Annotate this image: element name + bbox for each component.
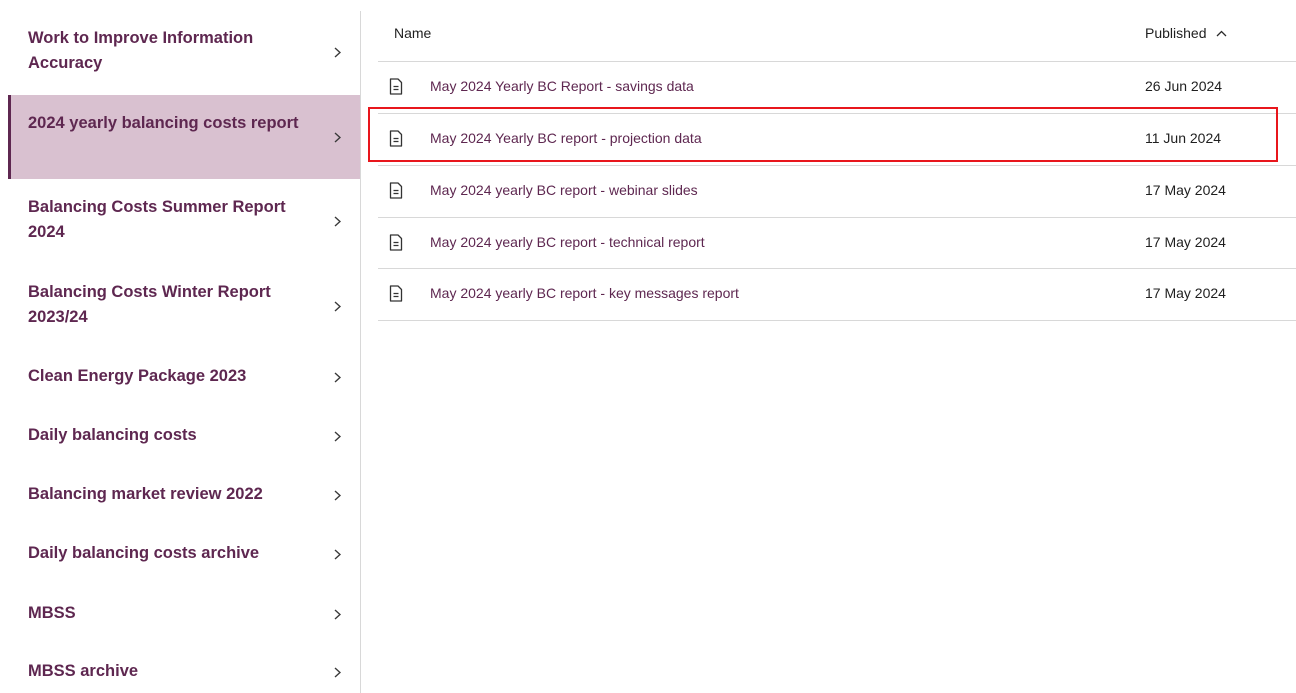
sidebar-item-clean-energy-package-2023[interactable]: Clean Energy Package 2023	[8, 348, 360, 406]
sidebar-item-label: Daily balancing costs	[28, 426, 197, 444]
chevron-right-icon	[331, 370, 343, 384]
documents-table: Name Published May 2024 Yearly BC Report…	[378, 0, 1296, 693]
column-header-published-label: Published	[1145, 25, 1207, 41]
chevron-right-icon	[331, 45, 343, 59]
page: Work to Improve Information Accuracy 202…	[0, 0, 1296, 693]
chevron-right-icon	[331, 607, 343, 621]
sidebar-item-2024-yearly-balancing-costs-report[interactable]: 2024 yearly balancing costs report	[8, 95, 360, 179]
chevron-right-icon	[331, 488, 343, 502]
chevron-right-icon	[331, 299, 343, 313]
table-row[interactable]: May 2024 yearly BC report - technical re…	[378, 217, 1296, 269]
sidebar-item-label: Clean Energy Package 2023	[28, 367, 247, 385]
sidebar-item-balancing-costs-summer-report-2024[interactable]: Balancing Costs Summer Report 2024	[8, 179, 360, 264]
sidebar-item-label: MBSS archive	[28, 662, 139, 680]
document-link[interactable]: May 2024 Yearly BC report - projection d…	[430, 130, 702, 146]
document-icon	[389, 285, 403, 302]
chevron-right-icon	[331, 665, 343, 679]
document-link[interactable]: May 2024 yearly BC report - key messages…	[430, 285, 739, 301]
document-icon	[389, 130, 403, 147]
sidebar-item-label: Daily balancing costs archive	[28, 544, 260, 562]
chevron-right-icon	[331, 429, 343, 443]
document-link[interactable]: May 2024 yearly BC report - technical re…	[430, 234, 705, 250]
column-header-published[interactable]: Published	[1145, 25, 1227, 41]
sidebar-item-balancing-market-review-2022[interactable]: Balancing market review 2022	[8, 464, 360, 523]
sidebar-item-label: Work to Improve Information Accuracy	[28, 29, 254, 72]
published-date: 17 May 2024	[1145, 234, 1226, 250]
document-icon	[389, 182, 403, 199]
sidebar-item-label: MBSS	[28, 604, 76, 622]
table-row[interactable]: May 2024 yearly BC report - key messages…	[378, 268, 1296, 321]
sidebar-item-daily-balancing-costs[interactable]: Daily balancing costs	[8, 406, 360, 464]
document-icon	[389, 78, 403, 95]
table-row[interactable]: May 2024 Yearly BC Report - savings data…	[378, 61, 1296, 113]
chevron-right-icon	[331, 130, 343, 144]
published-date: 11 Jun 2024	[1145, 130, 1222, 146]
published-date: 17 May 2024	[1145, 285, 1226, 301]
document-link[interactable]: May 2024 Yearly BC Report - savings data	[430, 78, 694, 94]
document-link[interactable]: May 2024 yearly BC report - webinar slid…	[430, 182, 698, 198]
sidebar-item-label: Balancing Costs Summer Report 2024	[28, 198, 286, 241]
sidebar-item-daily-balancing-costs-archive[interactable]: Daily balancing costs archive	[8, 523, 360, 581]
sidebar-item-mbss[interactable]: MBSS	[8, 581, 360, 639]
chevron-up-icon	[1216, 30, 1226, 36]
sidebar-nav: Work to Improve Information Accuracy 202…	[8, 11, 361, 693]
published-date: 26 Jun 2024	[1145, 78, 1223, 94]
sidebar-item-balancing-costs-winter-report-2023-24[interactable]: Balancing Costs Winter Report 2023/24	[8, 264, 360, 348]
chevron-right-icon	[331, 214, 343, 228]
sidebar-item-work-to-improve-information-accuracy[interactable]: Work to Improve Information Accuracy	[8, 11, 360, 95]
sidebar-item-label: 2024 yearly balancing costs report	[28, 114, 299, 132]
table-row[interactable]: May 2024 yearly BC report - webinar slid…	[378, 165, 1296, 217]
sidebar-item-mbss-archive[interactable]: MBSS archive	[8, 639, 360, 693]
table-row[interactable]: May 2024 Yearly BC report - projection d…	[378, 113, 1296, 165]
sidebar-item-label: Balancing Costs Winter Report 2023/24	[28, 283, 271, 326]
sidebar-item-label: Balancing market review 2022	[28, 485, 263, 503]
published-date: 17 May 2024	[1145, 182, 1226, 198]
column-header-name[interactable]: Name	[394, 25, 431, 41]
chevron-right-icon	[331, 547, 343, 561]
document-icon	[389, 234, 403, 251]
